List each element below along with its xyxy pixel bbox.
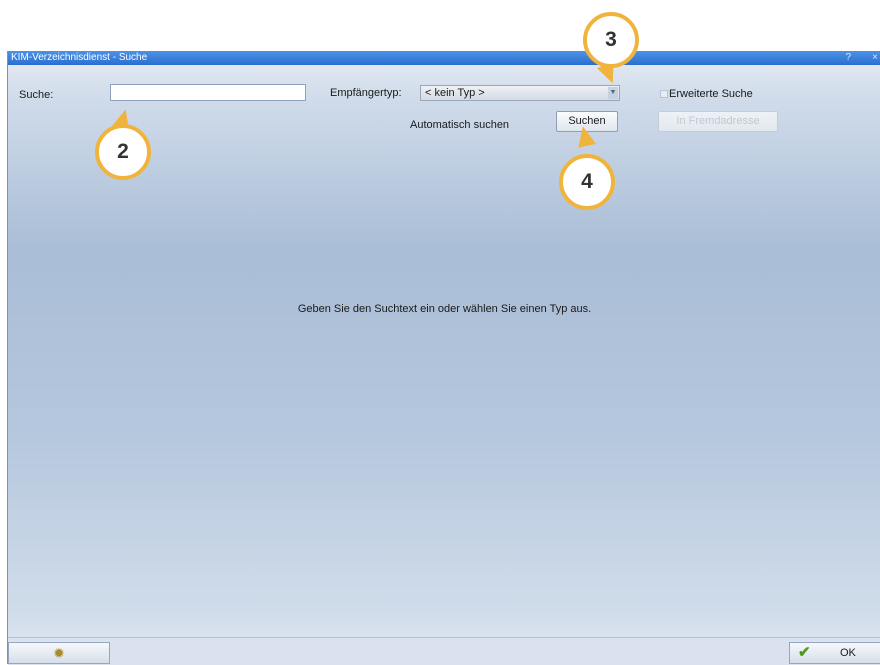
help-icon[interactable]: ? [845,51,851,65]
ok-button[interactable]: ✔ OK [789,642,880,664]
dropdown-arrow-icon[interactable]: ▼ [608,87,618,99]
search-label: Suche: [19,89,54,101]
ok-label: OK [840,647,856,659]
hint-message: Geben Sie den Suchtext ein oder wählen S… [297,303,592,315]
extended-search-checkbox[interactable] [660,90,668,98]
recipient-type-label: Empfängertyp: [330,87,402,99]
recipient-type-value: < kein Typ > [425,87,485,99]
extended-search-label: Erweiterte Suche [669,88,753,100]
callout-3: 3 [583,12,639,68]
close-icon[interactable]: × [872,51,878,65]
checkmark-icon: ✔ [798,644,811,661]
auto-search-checkbox[interactable] [401,121,409,129]
window-title: KIM-Verzeichnisdienst - Suche [11,52,148,63]
settings-button[interactable]: ✹ [8,642,110,664]
callout-2: 2 [95,124,151,180]
callout-4-pointer [574,124,596,148]
callout-4: 4 [559,154,615,210]
footer-bar: ✹ ✔ OK [8,637,880,665]
foreign-address-button[interactable]: In Fremdadresse [658,111,778,132]
recipient-type-select[interactable]: < kein Typ > ▼ [420,85,620,101]
title-bar: KIM-Verzeichnisdienst - Suche ? × [8,51,880,65]
auto-search-label: Automatisch suchen [410,119,510,131]
search-input[interactable] [110,84,306,101]
settings-gear-icon: ✹ [53,645,65,661]
